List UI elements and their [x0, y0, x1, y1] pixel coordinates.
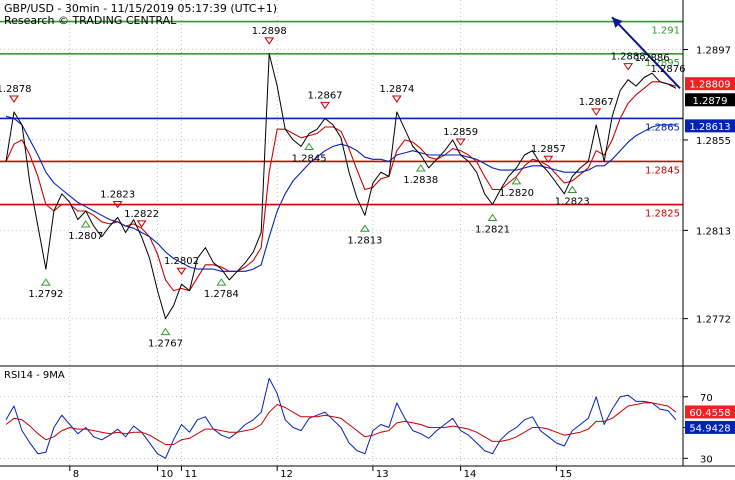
rsi-tick-label: 70: [700, 393, 713, 404]
price-tick-label: 1.2897: [696, 46, 731, 57]
high-label: 1.2867: [308, 90, 343, 101]
level-label-1.2825: 1.2825: [645, 209, 680, 220]
x-tick-label-10: 10: [161, 469, 174, 480]
price-tick-label: 1.2772: [696, 315, 731, 326]
high-label: 1.2867: [579, 97, 614, 108]
high-label: 1.2874: [379, 84, 414, 95]
low-label: 1.2792: [28, 289, 63, 300]
low-label: 1.2820: [499, 188, 534, 199]
low-label: 1.2845: [292, 153, 327, 164]
low-label: 1.2807: [68, 231, 103, 242]
x-tick-label-15: 15: [559, 469, 572, 480]
low-label: 1.2784: [204, 289, 239, 300]
price-label: 1.2876: [651, 64, 686, 75]
price-tick-label: 1.2855: [696, 136, 731, 147]
x-tick-label-11: 11: [184, 469, 197, 480]
high-label: 1.2859: [443, 127, 478, 138]
low-label: 1.2767: [148, 339, 183, 350]
chart-root: 1.2911.28951.28651.28451.2825 1.28781.27…: [0, 0, 735, 480]
price-tag-label: 1.2879: [693, 96, 728, 107]
high-label: 1.2823: [100, 189, 135, 200]
x-tick-label-14: 14: [464, 469, 477, 480]
low-label: 1.2813: [347, 235, 382, 246]
rsi-tick-label: 30: [700, 454, 713, 465]
rsi-tag-label: 54.9428: [689, 423, 730, 434]
price-label: 1.2886: [635, 53, 670, 64]
high-label: 1.2878: [0, 84, 31, 95]
high-label: 1.2802: [164, 256, 199, 267]
low-label: 1.2823: [555, 197, 590, 208]
chart-subtitle: Research © TRADING CENTRAL: [4, 14, 177, 27]
level-label-1.2845: 1.2845: [645, 165, 680, 176]
x-tick-label-13: 13: [376, 469, 389, 480]
price-tick-label: 1.2813: [696, 226, 731, 237]
x-tick-label-12: 12: [280, 469, 293, 480]
high-label: 1.2857: [531, 144, 566, 155]
price-tag-label: 1.28613: [689, 122, 730, 133]
low-label: 1.2838: [403, 175, 438, 186]
low-label: 1.2821: [475, 225, 510, 236]
high-label: 1.2898: [252, 26, 287, 37]
price-tag-label: 1.28809: [689, 80, 730, 91]
high-label: 1.2822: [124, 209, 159, 220]
rsi-panel-label: RSI14 - 9MA: [4, 370, 65, 381]
rsi-tag-label: 60.4558: [689, 408, 730, 419]
x-tick-label-8: 8: [73, 469, 79, 480]
level-label-1.291: 1.291: [651, 26, 680, 37]
